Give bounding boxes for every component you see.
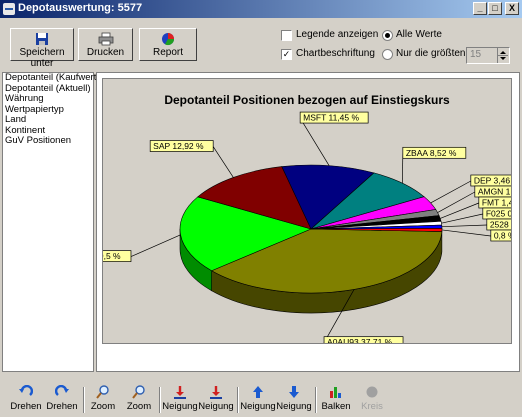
tilt-down-red-2-icon bbox=[210, 386, 222, 399]
label-leader-line bbox=[441, 229, 491, 237]
zoom-in-button[interactable]: Zoom bbox=[85, 385, 121, 412]
zoom-out-button[interactable]: Zoom bbox=[121, 385, 157, 412]
maximize-button[interactable]: □ bbox=[488, 2, 502, 15]
save-as-label: Speichern unter bbox=[19, 47, 65, 69]
data-label-text: AMGN 1,55 % bbox=[478, 187, 511, 197]
zoom-out-icon bbox=[132, 385, 145, 399]
window-title: Depotauswertung: 5577 bbox=[18, 2, 143, 14]
label-leader-line bbox=[441, 224, 487, 228]
data-label-text: ZBAA 8,52 % bbox=[406, 148, 457, 158]
tilt-up-label: Neigung bbox=[240, 401, 276, 412]
data-label-text: 2528 0,8 % bbox=[490, 220, 511, 230]
zoom-in-icon bbox=[96, 385, 109, 399]
report-button[interactable]: Report bbox=[139, 28, 197, 61]
label-leader-line bbox=[430, 180, 471, 204]
tilt-down-2-button[interactable]: Neigung bbox=[198, 385, 234, 412]
arrow-down-icon bbox=[289, 386, 299, 398]
all-values-radio[interactable] bbox=[382, 30, 393, 41]
label-leader-line bbox=[299, 117, 330, 166]
data-label-text: BB08 19,5 % bbox=[103, 251, 121, 261]
toolbar-separator bbox=[237, 387, 239, 413]
print-label: Drucken bbox=[86, 47, 125, 58]
list-item[interactable]: GuV Positionen bbox=[3, 136, 93, 147]
all-values-label: Alle Werte bbox=[396, 29, 442, 40]
data-label-text: MSFT 11,45 % bbox=[303, 113, 359, 123]
tilt-up-button[interactable]: Neigung bbox=[240, 385, 276, 412]
save-as-button[interactable]: Speichern unter bbox=[10, 28, 74, 69]
bar-chart-button[interactable]: Balken bbox=[318, 385, 354, 412]
list-item[interactable]: Depotanteil (Kaufwert) bbox=[3, 73, 100, 84]
bottom-toolbar: Drehen Drehen Zoom Zoom Neigung Neigung … bbox=[0, 381, 522, 417]
arrow-up-icon bbox=[253, 386, 263, 398]
only-largest-label: Nur die größten bbox=[396, 48, 466, 59]
toolbar-separator bbox=[315, 387, 317, 413]
label-leader-line bbox=[130, 234, 181, 257]
rotate-left-button[interactable]: Drehen bbox=[8, 385, 44, 412]
rotate-right-label: Drehen bbox=[46, 401, 78, 412]
pie-chart-button[interactable]: Kreis bbox=[354, 385, 390, 412]
minimize-button[interactable]: _ bbox=[473, 2, 487, 15]
chart-labels-label: Chartbeschriftung bbox=[296, 48, 375, 59]
pie-chart-label: Kreis bbox=[361, 401, 383, 412]
print-button[interactable]: Drucken bbox=[78, 28, 133, 61]
pie-top-group bbox=[179, 164, 443, 294]
data-label-text: 0,8 % bbox=[494, 231, 511, 241]
data-label-text: FMT 1,43 % bbox=[482, 198, 511, 208]
chart-labels-checkbox[interactable]: ✓ bbox=[281, 49, 292, 60]
data-label-text: F025 0,93 % bbox=[486, 209, 511, 219]
tilt-down-blue-label: Neigung bbox=[276, 401, 312, 412]
largest-count-spinner[interactable]: 15 bbox=[466, 47, 510, 64]
tilt-down-2-label: Neigung bbox=[198, 401, 234, 412]
toolbar-separator bbox=[159, 387, 161, 413]
zoom-in-label: Zoom bbox=[90, 401, 116, 412]
label-leader-line bbox=[212, 146, 234, 178]
rotate-left-label: Drehen bbox=[10, 401, 42, 412]
rotate-right-icon bbox=[55, 385, 69, 396]
largest-count-value: 15 bbox=[470, 49, 482, 60]
rotate-left-icon bbox=[19, 385, 33, 396]
report-label: Report bbox=[152, 47, 183, 58]
report-icon bbox=[162, 33, 174, 46]
only-largest-radio[interactable] bbox=[382, 49, 393, 60]
title-bar: Depotauswertung: 5577 _ □ X bbox=[0, 0, 522, 18]
data-label-text: SAP 12,92 % bbox=[153, 141, 204, 151]
tilt-down-red-icon bbox=[174, 386, 186, 399]
label-leader-line bbox=[437, 191, 475, 213]
list-item[interactable]: Währung bbox=[3, 94, 93, 105]
bar-chart-label: Balken bbox=[321, 401, 351, 412]
data-label-text: DEP 3,46 % bbox=[474, 176, 511, 186]
spinner-arrows-icon[interactable] bbox=[497, 48, 509, 63]
rotate-right-button[interactable]: Drehen bbox=[44, 385, 80, 412]
legend-label: Legende anzeigen bbox=[296, 29, 379, 40]
analysis-type-list: Depotanteil (Kaufwert) Depotanteil (Aktu… bbox=[2, 72, 100, 372]
app-icon bbox=[3, 3, 15, 15]
pie-chart: A0AU93 37,71 % BB08 19,5 % SAP 12,92 % MSFT… bbox=[103, 111, 511, 343]
circle-icon bbox=[366, 386, 378, 398]
list-item[interactable]: Land bbox=[3, 115, 93, 126]
tilt-down-button[interactable]: Neigung bbox=[162, 385, 198, 412]
tilt-down-label: Neigung bbox=[162, 401, 198, 412]
printer-icon bbox=[98, 32, 113, 46]
chart-area: Depotanteil Positionen bezogen auf Einst… bbox=[102, 78, 512, 344]
data-label-text: A0AU93 37,71 % bbox=[327, 337, 393, 343]
zoom-out-label: Zoom bbox=[126, 401, 152, 412]
top-toolbar: Speichern unter Drucken Report Legende a… bbox=[0, 18, 522, 69]
floppy-disk-icon bbox=[36, 33, 48, 45]
bar-chart-icon bbox=[330, 387, 341, 398]
tilt-down-blue-button[interactable]: Neigung bbox=[276, 385, 312, 412]
close-button[interactable]: X bbox=[505, 2, 519, 15]
legend-checkbox[interactable] bbox=[281, 30, 292, 41]
